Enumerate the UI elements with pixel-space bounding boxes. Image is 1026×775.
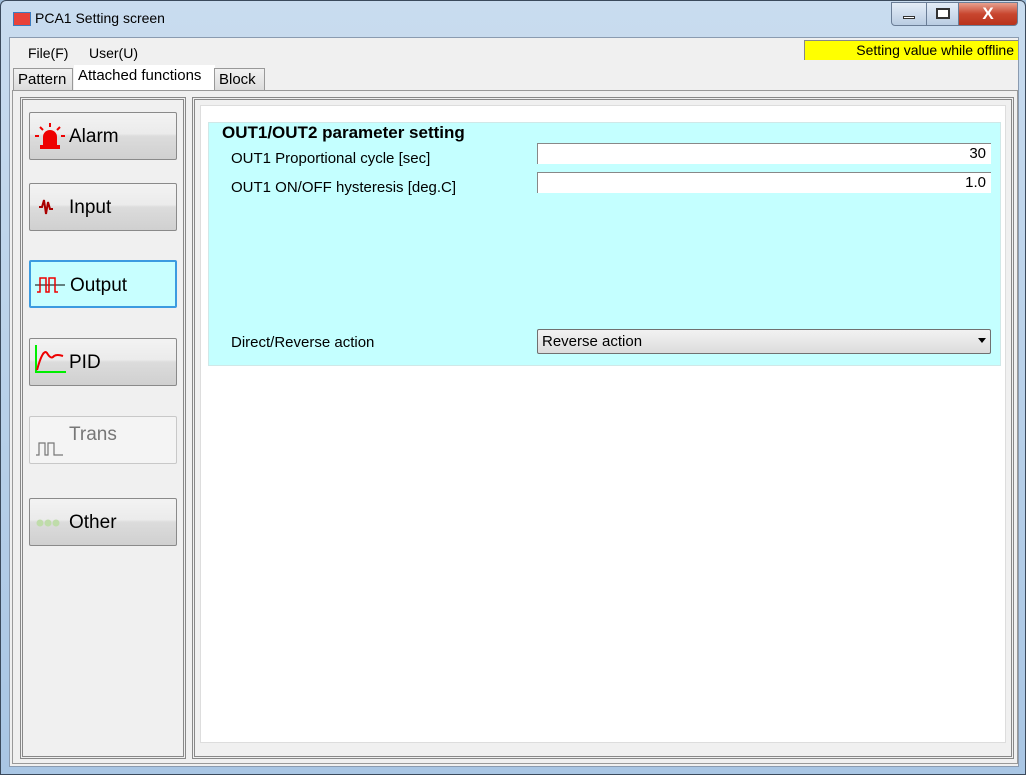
sidebar-item-trans[interactable]: Trans bbox=[29, 416, 177, 464]
sidebar-item-output[interactable]: Output bbox=[29, 260, 177, 308]
sidebar-item-label: PID bbox=[69, 352, 101, 373]
app-icon bbox=[13, 12, 31, 26]
menu-file[interactable]: File(F) bbox=[28, 45, 68, 61]
proportional-cycle-input[interactable]: 30 bbox=[537, 143, 991, 164]
pid-response-icon bbox=[35, 345, 66, 373]
action-select-value: Reverse action bbox=[542, 333, 643, 350]
sidebar-item-other[interactable]: Other bbox=[29, 498, 177, 546]
status-badge: Setting value while offline bbox=[804, 40, 1018, 60]
maximize-button[interactable] bbox=[926, 2, 959, 26]
hysteresis-input[interactable]: 1.0 bbox=[537, 172, 991, 193]
parameter-group: OUT1/OUT2 parameter setting OUT1 Proport… bbox=[208, 122, 1001, 366]
tab-attached-functions[interactable]: Attached functions bbox=[74, 65, 215, 91]
field-label-proportional-cycle: OUT1 Proportional cycle [sec] bbox=[231, 150, 431, 167]
field-label-hysteresis: OUT1 ON/OFF hysteresis [deg.C] bbox=[231, 179, 457, 196]
field-label-action: Direct/Reverse action bbox=[231, 334, 375, 351]
sidebar: Alarm Input Output PID Trans Other bbox=[20, 97, 186, 759]
window-frame: PCA1 Setting screen X File(F) User(U) Se… bbox=[0, 0, 1026, 775]
tab-pattern[interactable]: Pattern bbox=[13, 68, 73, 90]
window-title: PCA1 Setting screen bbox=[35, 10, 165, 26]
pulse-icon bbox=[36, 442, 63, 456]
tab-panel: Alarm Input Output PID Trans Other OUT1/… bbox=[12, 90, 1018, 764]
tab-block[interactable]: Block bbox=[214, 68, 265, 90]
sidebar-item-label: Trans bbox=[69, 424, 117, 445]
signal-wave-icon bbox=[39, 199, 53, 215]
sidebar-item-label: Input bbox=[69, 197, 112, 218]
chevron-down-icon bbox=[978, 338, 986, 343]
action-select[interactable]: Reverse action bbox=[537, 329, 991, 354]
close-button[interactable]: X bbox=[958, 2, 1018, 26]
sidebar-item-input[interactable]: Input bbox=[29, 183, 177, 231]
square-wave-icon bbox=[35, 277, 65, 293]
alarm-light-icon bbox=[35, 123, 65, 149]
minimize-button[interactable] bbox=[891, 2, 927, 26]
sidebar-item-pid[interactable]: PID bbox=[29, 338, 177, 386]
sidebar-item-alarm[interactable]: Alarm bbox=[29, 112, 177, 160]
dots-icon bbox=[36, 519, 60, 527]
content-panel: OUT1/OUT2 parameter setting OUT1 Proport… bbox=[192, 97, 1014, 759]
group-title: OUT1/OUT2 parameter setting bbox=[218, 123, 469, 143]
menu-user[interactable]: User(U) bbox=[89, 45, 138, 61]
sidebar-item-label: Output bbox=[70, 275, 128, 296]
sidebar-item-label: Other bbox=[69, 512, 117, 533]
sidebar-item-label: Alarm bbox=[69, 126, 119, 147]
client-area: File(F) User(U) Setting value while offl… bbox=[9, 37, 1019, 767]
content-area: OUT1/OUT2 parameter setting OUT1 Proport… bbox=[200, 105, 1006, 743]
